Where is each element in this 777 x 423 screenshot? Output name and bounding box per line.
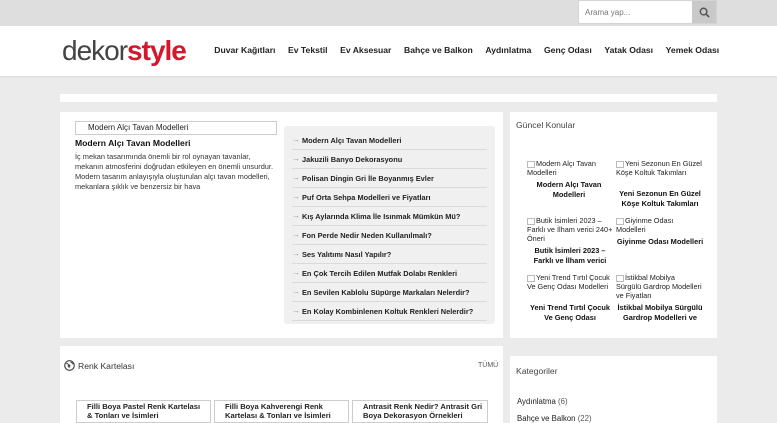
renk-kartelasi-title: Renk Kartelası xyxy=(78,361,135,371)
nav-item-genc-odasi[interactable]: Genç Odası xyxy=(544,45,592,55)
image-icon xyxy=(616,160,624,168)
list-item-label: Kış Aylarında Klima İle Isınmak Mümkün M… xyxy=(302,211,461,221)
post-thumbnail[interactable]: İstikbal Mobilya Sürgülü Gardrop Modelle… xyxy=(616,273,702,300)
search-icon xyxy=(699,7,710,18)
globe-icon xyxy=(64,360,75,371)
post-caption[interactable]: Modern Alçı Tavan Modelleri xyxy=(527,180,611,200)
guncel-konular-widget: Güncel Konular Modern Alçı Tavan Modelle… xyxy=(510,112,717,338)
guncel-konular-title: Güncel Konular xyxy=(516,120,576,130)
category-item[interactable]: Aydınlatma (6) xyxy=(517,397,568,406)
nav-item-duvar-kagitlari[interactable]: Duvar Kağıtları xyxy=(214,45,275,55)
post-caption[interactable]: Butik İsimleri 2023 – Farklı ve İlham ve… xyxy=(525,246,615,266)
list-item[interactable]: → Modern Alçı Tavan Modelleri xyxy=(292,131,487,150)
list-item[interactable]: → En Sevilen Kablolu Süpürge Markaları Ne… xyxy=(292,283,487,302)
post-thumbnail[interactable]: Yeni Trend Tırtıl Çocuk Ve Genç Odası Mo… xyxy=(527,273,613,300)
arrow-right-icon: → xyxy=(292,306,300,315)
post-thumbnail-alt: Giyinme Odası Modelleri xyxy=(616,216,674,234)
list-item[interactable]: → En Çok Tercih Edilen Mutfak Dolabı Renk… xyxy=(292,264,487,283)
arrow-right-icon: → xyxy=(292,268,300,277)
image-icon xyxy=(527,160,535,168)
post-caption[interactable]: Yeni Sezonun En Güzel Köşe Koltuk Takıml… xyxy=(614,189,706,209)
nav-item-aydinlatma[interactable]: Aydınlatma xyxy=(485,45,531,55)
main-nav: Duvar Kağıtları Ev Tekstil Ev Aksesuar B… xyxy=(208,45,725,55)
renk-thumbnail[interactable]: Filli Boya Kahverengi Renk Kartelası & T… xyxy=(214,400,349,423)
list-item[interactable]: → En Kolay Kombinlenen Koltuk Renkleri Ne… xyxy=(292,302,487,321)
logo-part-style: style xyxy=(127,35,187,66)
list-item-label: Fon Perde Nedir Neden Kullanılmalı? xyxy=(302,230,432,240)
arrow-right-icon: → xyxy=(292,230,300,239)
image-icon xyxy=(527,274,535,282)
arrow-right-icon: → xyxy=(292,249,300,258)
featured-image[interactable]: Modern Alçı Tavan Modelleri xyxy=(75,121,277,135)
list-item-label: Polisan Dingin Gri İle Boyanmış Evler xyxy=(302,173,434,183)
arrow-right-icon: → xyxy=(292,173,300,182)
arrow-right-icon: → xyxy=(292,135,300,144)
search-button[interactable] xyxy=(692,1,716,23)
nav-item-ev-tekstil[interactable]: Ev Tekstil xyxy=(288,45,328,55)
category-count: (6) xyxy=(558,397,568,406)
list-item[interactable]: → Jakuzili Banyo Dekorasyonu xyxy=(292,150,487,169)
post-caption[interactable]: Yeni Trend Tırtıl Çocuk Ve Genç Odası xyxy=(525,303,615,323)
kategoriler-widget: Kategoriler xyxy=(510,356,717,423)
list-item[interactable]: → Polisan Dingin Gri İle Boyanmış Evler xyxy=(292,169,487,188)
category-item[interactable]: Bahçe ve Balkon (22) xyxy=(517,414,592,423)
list-item[interactable]: → Puf Orta Sehpa Modelleri ve Fiyatları xyxy=(292,188,487,207)
post-thumbnail-alt: Butik İsimleri 2023 – Farklı ve İlham ve… xyxy=(527,216,613,243)
post-thumbnail-alt: Yeni Sezonun En Güzel Köşe Koltuk Takıml… xyxy=(616,159,702,177)
list-item-label: Modern Alçı Tavan Modelleri xyxy=(302,135,402,145)
list-item-label: Jakuzili Banyo Dekorasyonu xyxy=(302,154,403,164)
list-item[interactable]: → Fon Perde Nedir Neden Kullanılmalı? xyxy=(292,226,487,245)
see-all-link[interactable]: TÜMÜ xyxy=(478,362,498,369)
search-input[interactable] xyxy=(579,1,692,23)
post-thumbnail[interactable]: Giyinme Odası Modelleri xyxy=(616,216,702,234)
category-count: (22) xyxy=(577,414,592,423)
renk-thumbnail[interactable]: Antrasit Renk Nedir? Antrasit Gri Boya D… xyxy=(352,400,488,423)
nav-item-yatak-odasi[interactable]: Yatak Odası xyxy=(604,45,653,55)
nav-item-ev-aksesuar[interactable]: Ev Aksesuar xyxy=(340,45,391,55)
post-thumbnail[interactable]: Yeni Sezonun En Güzel Köşe Koltuk Takıml… xyxy=(616,159,702,186)
category-name: Bahçe ve Balkon xyxy=(517,414,576,423)
list-item[interactable]: → Ses Yalıtımı Nasıl Yapılır? xyxy=(292,245,487,264)
list-item-label: Puf Orta Sehpa Modelleri ve Fiyatları xyxy=(302,192,431,202)
post-thumbnail[interactable]: Butik İsimleri 2023 – Farklı ve İlham ve… xyxy=(527,216,613,243)
logo-part-dekor: dekor xyxy=(62,35,128,66)
list-item-label: En Çok Tercih Edilen Mutfak Dolabı Renkl… xyxy=(302,268,458,278)
list-item-label: En Kolay Kombinlenen Koltuk Renkleri Nel… xyxy=(302,306,474,316)
list-item[interactable]: → Kış Aylarında Klima İle Isınmak Mümkün … xyxy=(292,207,487,226)
site-header: dekorstyle Duvar Kağıtları Ev Tekstil Ev… xyxy=(0,26,777,76)
post-thumbnail-alt: Modern Alçı Tavan Modelleri xyxy=(527,159,596,177)
arrow-right-icon: → xyxy=(292,211,300,220)
featured-excerpt: İç mekan tasarımında önemli bir rol oyna… xyxy=(75,152,274,191)
kategoriler-title: Kategoriler xyxy=(516,366,558,376)
arrow-right-icon: → xyxy=(292,287,300,296)
post-list: → Modern Alçı Tavan Modelleri → Jakuzili B… xyxy=(284,126,495,324)
post-caption[interactable]: Giyinme Odası Modelleri xyxy=(614,237,706,247)
image-icon xyxy=(616,274,624,282)
arrow-right-icon: → xyxy=(292,192,300,201)
arrow-right-icon: → xyxy=(292,154,300,163)
image-icon xyxy=(616,217,624,225)
nav-item-yemek-odasi[interactable]: Yemek Odası xyxy=(666,45,720,55)
post-thumbnail-alt: İstikbal Mobilya Sürgülü Gardrop Modelle… xyxy=(616,273,702,300)
search-box xyxy=(578,0,717,24)
list-item-label: Ses Yalıtımı Nasıl Yapılır? xyxy=(302,249,392,259)
image-icon xyxy=(527,217,535,225)
post-thumbnail-alt: Yeni Trend Tırtıl Çocuk Ve Genç Odası Mo… xyxy=(527,273,610,291)
nav-item-bahce-ve-balkon[interactable]: Bahçe ve Balkon xyxy=(404,45,473,55)
post-caption[interactable]: İstikbal Mobilya Sürgülü Gardrop Modelle… xyxy=(614,303,706,323)
post-thumbnail[interactable]: Modern Alçı Tavan Modelleri xyxy=(527,159,611,177)
ad-strip xyxy=(60,94,717,102)
renk-thumbnail[interactable]: Filli Boya Pastel Renk Kartelası & Tonla… xyxy=(76,400,211,423)
top-bar xyxy=(0,0,777,26)
category-name: Aydınlatma xyxy=(517,397,556,406)
list-item-label: En Sevilen Kablolu Süpürge Markaları Nel… xyxy=(302,287,470,297)
featured-title[interactable]: Modern Alçı Tavan Modelleri xyxy=(75,138,191,148)
site-logo[interactable]: dekorstyle xyxy=(62,35,187,67)
